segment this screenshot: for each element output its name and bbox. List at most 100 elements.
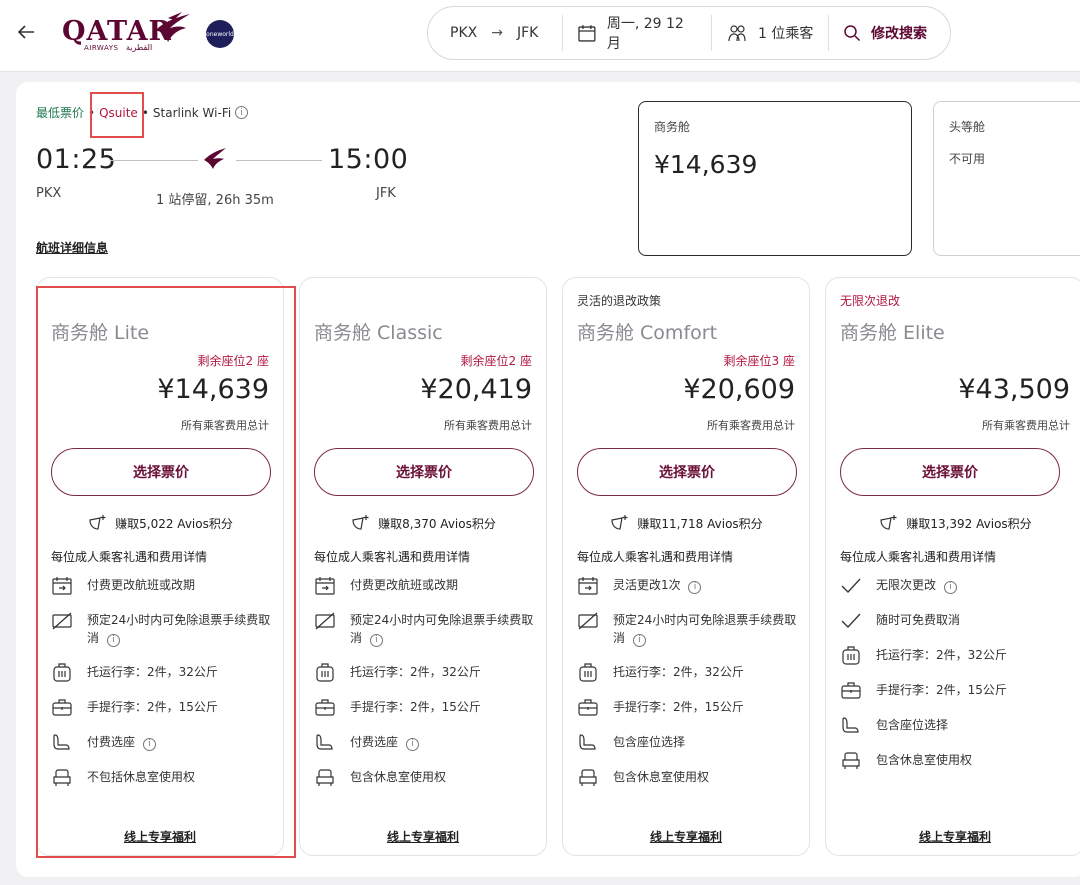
info-icon[interactable]: i — [405, 737, 419, 751]
avios-earn: 赚取11,718 Avios积分 — [563, 514, 809, 532]
perks-list: 灵活更改1次 i 预定24小时内可免除退票手续费取消 i 托运行李：2件，32公… — [577, 576, 799, 803]
avios-text: 赚取13,392 Avios积分 — [906, 516, 1032, 531]
perk-text: 包含休息室使用权 — [613, 770, 710, 784]
lounge-icon — [316, 769, 334, 786]
oneworld-label: oneworld — [206, 30, 234, 38]
calendar-icon — [578, 25, 596, 42]
checked-baggage-icon — [842, 646, 860, 665]
select-fare-button[interactable]: 选择票价 — [577, 448, 797, 496]
perk-item: 预定24小时内可免除退票手续费取消 i — [314, 611, 536, 663]
avios-text: 赚取8,370 Avios积分 — [378, 516, 496, 531]
route-segment[interactable]: PKX → JFK — [428, 7, 562, 59]
checked-baggage-icon — [316, 663, 334, 682]
seat-icon — [316, 734, 333, 750]
fare-card-classic: 商务舱 Classic 剩余座位2 座 ¥20,419 所有乘客费用总计 选择票… — [299, 277, 547, 856]
perk-text: 手提行李：2件，15公斤 — [613, 700, 744, 714]
search-passengers: 1 位乘客 — [758, 26, 814, 42]
tag-lowest-fare: 最低票价 — [36, 106, 85, 120]
perk-item: 预定24小时内可免除退票手续费取消 i — [577, 611, 799, 663]
qatar-airways-logo[interactable]: QATAR AIRWAYS القطرية — [62, 12, 192, 54]
flight-result-card: 最低票价 • Qsuite • Starlink Wi-Fi i 01:25 1… — [16, 82, 1080, 877]
perk-text: 随时可免费取消 — [876, 613, 961, 627]
perk-text: 手提行李：2件，15公斤 — [876, 683, 1007, 697]
arrive-time: 15:00 — [328, 144, 409, 175]
stops-duration: 1 站停留, 26h 35m — [156, 193, 274, 208]
seat-icon — [579, 734, 596, 750]
avios-text: 赚取11,718 Avios积分 — [637, 516, 763, 531]
flight-details-link[interactable]: 航班详细信息 — [36, 239, 108, 256]
perk-text: 预定24小时内可免除退票手续费取消 i — [350, 611, 536, 647]
back-arrow-icon[interactable] — [14, 20, 38, 44]
perks-list: 无限次更改 i 随时可免费取消 托运行李：2件，32公斤 手提行李：2件，15公… — [840, 576, 1062, 786]
carry-on-icon — [578, 699, 598, 716]
perk-text: 付费更改航班或改期 — [350, 578, 459, 592]
oryx-icon — [156, 12, 190, 42]
calendar-change-icon — [315, 577, 335, 595]
info-icon[interactable]: i — [235, 106, 249, 119]
search-date: 周一, 29 12月 — [606, 16, 684, 52]
search-destination: JFK — [516, 25, 539, 41]
perk-text-value: 付费选座 — [350, 735, 399, 749]
origin-code: PKX — [36, 186, 62, 201]
timeline-line — [110, 160, 198, 161]
passengers-icon — [728, 25, 746, 42]
avios-icon — [880, 515, 897, 530]
seats-left: 剩余座位2 座 — [460, 354, 532, 368]
perk-text: 手提行李：2件，15公斤 — [350, 700, 481, 714]
perk-item: 付费更改航班或改期 — [314, 576, 536, 611]
avios-icon — [352, 515, 369, 530]
edit-search-button[interactable]: 修改搜索 — [829, 7, 941, 59]
calendar-change-icon — [578, 577, 598, 595]
select-fare-button[interactable]: 选择票价 — [840, 448, 1060, 496]
search-summary-bar[interactable]: PKX → JFK 周一, 29 12月 1 位乘客 修改搜索 — [427, 6, 951, 60]
fare-card-elite: 无限次退改 商务舱 Elite ¥43,509 所有乘客费用总计 选择票价 赚取… — [825, 277, 1080, 856]
logo-arabic: القطرية — [126, 43, 153, 52]
fare-price: ¥43,509 — [958, 374, 1070, 405]
depart-time: 01:25 — [36, 144, 117, 175]
destination-code: JFK — [376, 186, 396, 201]
no-fee-cancel-icon — [315, 612, 335, 630]
perk-text: 包含座位选择 — [876, 718, 949, 732]
select-fare-button[interactable]: 选择票价 — [314, 448, 534, 496]
online-benefits-link[interactable]: 线上专享福利 — [826, 828, 1080, 845]
cabin-business-tile[interactable]: 商务舱 ¥14,639 — [638, 101, 912, 256]
perk-text: 托运行李：2件，32公斤 — [876, 648, 1007, 662]
cabin-label: 商务舱 — [654, 120, 691, 134]
avios-earn: 赚取13,392 Avios积分 — [826, 514, 1080, 532]
info-icon[interactable]: i — [943, 580, 957, 594]
lounge-icon — [842, 752, 860, 769]
cabin-unavailable: 不可用 — [949, 152, 986, 166]
lite-highlight-box — [36, 286, 296, 858]
online-benefits-link[interactable]: 线上专享福利 — [563, 828, 809, 845]
cabin-price: ¥14,639 — [654, 150, 758, 179]
fare-name: 商务舱 Elite — [840, 322, 945, 344]
perks-title: 每位成人乘客礼遇和费用详情 — [314, 550, 471, 564]
perk-text: 托运行李：2件，32公斤 — [613, 665, 744, 679]
info-icon[interactable]: i — [632, 633, 646, 647]
perks-list: 付费更改航班或改期 预定24小时内可免除退票手续费取消 i 托运行李：2件，32… — [314, 576, 536, 803]
perk-text: 无限次更改 i — [876, 576, 1062, 594]
info-icon[interactable]: i — [369, 633, 383, 647]
perk-text-value: 灵活更改1次 — [613, 578, 681, 592]
carry-on-icon — [315, 699, 335, 716]
fare-name: 商务舱 Comfort — [577, 322, 718, 344]
info-icon[interactable]: i — [688, 580, 702, 594]
avios-icon — [611, 515, 628, 530]
perk-text: 包含休息室使用权 — [876, 753, 973, 767]
online-benefits-link[interactable]: 线上专享福利 — [300, 828, 546, 845]
avios-earn: 赚取8,370 Avios积分 — [300, 514, 546, 532]
perk-item: 无限次更改 i — [840, 576, 1062, 611]
oneworld-icon: oneworld — [206, 20, 234, 48]
qsuite-highlight-box — [90, 92, 144, 138]
fare-flag: 无限次退改 — [840, 294, 901, 308]
perk-item: 包含休息室使用权 — [314, 768, 536, 803]
route-arrow-icon: → — [491, 25, 503, 41]
passenger-segment[interactable]: 1 位乘客 — [712, 7, 828, 59]
seats-left: 剩余座位3 座 — [723, 354, 795, 368]
date-segment[interactable]: 周一, 29 12月 — [563, 7, 711, 59]
perk-text: 托运行李：2件，32公斤 — [350, 665, 481, 679]
perk-item: 付费选座 i — [314, 733, 536, 768]
top-header: QATAR AIRWAYS القطرية oneworld PKX → JFK… — [0, 0, 1080, 72]
fare-flag: 灵活的退改政策 — [577, 294, 662, 308]
cabin-label: 头等舱 — [949, 120, 986, 134]
